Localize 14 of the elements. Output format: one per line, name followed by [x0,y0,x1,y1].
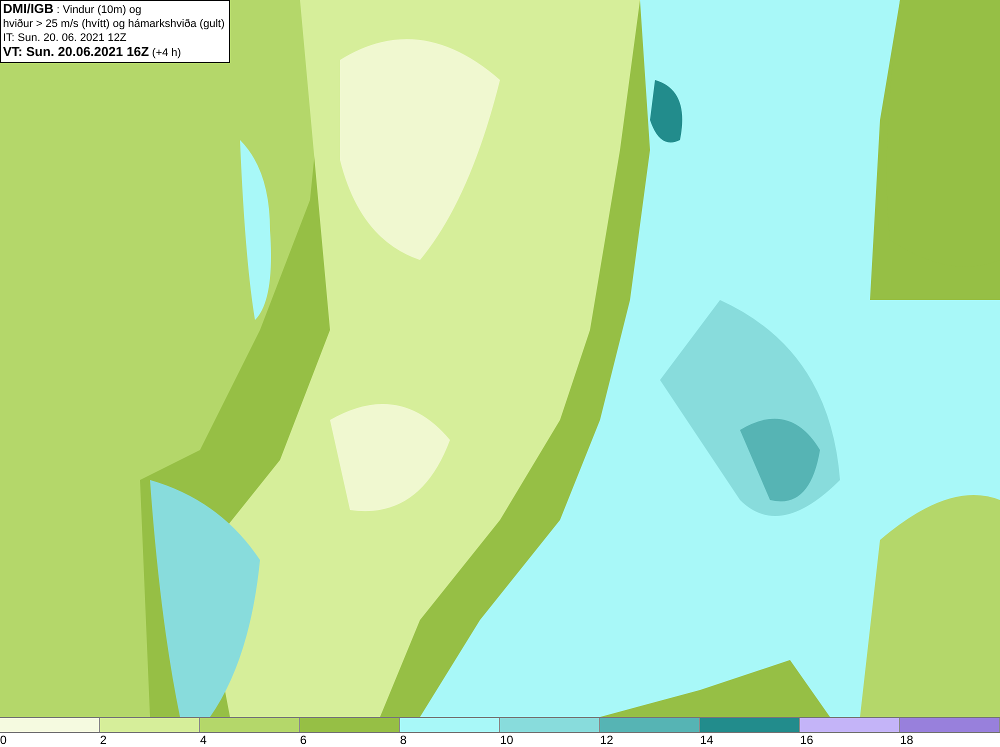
title-line: IT: Sun. 20. 06. 2021 12Z [3,31,128,45]
tick-label: 16 [800,733,814,747]
title-line: VT: Sun. 20.06.2021 16Z (+4 h) [3,45,182,60]
tick-label: 2 [100,733,107,747]
tick-label: 14 [700,733,714,747]
tick-label: 10 [500,733,514,747]
tick-label: 8 [400,733,407,747]
tick-label: 0 [0,733,7,747]
title-line: DMI/IGB : Vindur (10m) og [3,2,142,17]
tick-label: 12 [600,733,614,747]
tick-label: 18 [900,733,914,747]
title-line: hviður > 25 m/s (hvítt) og hámarkshviða (gult) [3,17,225,31]
tick-label: 4 [200,733,207,747]
tick-label: 6 [300,733,307,747]
